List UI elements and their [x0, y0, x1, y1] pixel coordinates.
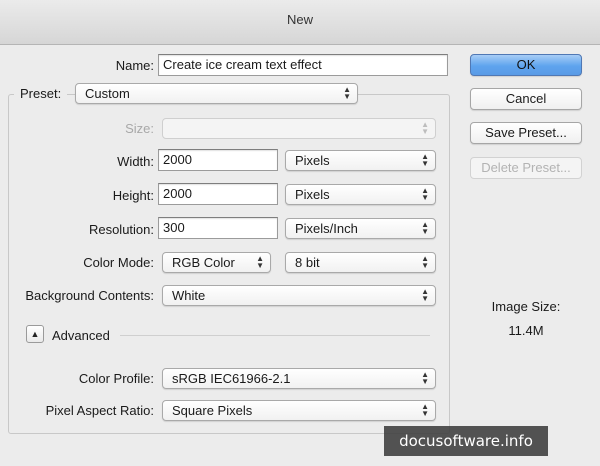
dialog-title: New	[0, 0, 600, 45]
pixel-aspect-ratio-select[interactable]: Square Pixels ▲ ▼	[162, 400, 436, 421]
advanced-separator	[120, 335, 430, 336]
height-unit-select[interactable]: Pixels ▲ ▼	[285, 184, 436, 205]
bit-depth-select[interactable]: 8 bit ▲ ▼	[285, 252, 436, 273]
size-label: Size:	[125, 121, 154, 136]
image-size-value: 11.4M	[508, 323, 544, 338]
resolution-label: Resolution:	[88, 222, 154, 237]
updown-arrows-icon: ▲ ▼	[343, 85, 351, 101]
triangle-up-icon: ▲	[30, 329, 40, 339]
updown-arrows-icon: ▲ ▼	[421, 186, 429, 202]
pixel-aspect-ratio-value: Square Pixels	[172, 403, 253, 418]
background-contents-value: White	[172, 288, 206, 303]
height-label: Height:	[112, 188, 154, 203]
cancel-button[interactable]: Cancel	[470, 88, 582, 110]
width-unit-select[interactable]: Pixels ▲ ▼	[285, 150, 436, 171]
image-size-label: Image Size:	[491, 299, 561, 314]
watermark: docusoftware.info	[384, 426, 548, 456]
color-profile-label: Color Profile:	[78, 371, 154, 386]
updown-arrows-icon: ▲ ▼	[421, 402, 429, 418]
height-field[interactable]: 2000	[158, 183, 278, 205]
color-profile-value: sRGB IEC61966-2.1	[172, 371, 291, 386]
background-contents-select[interactable]: White ▲ ▼	[162, 285, 436, 306]
width-field[interactable]: 2000	[158, 149, 278, 171]
updown-arrows-icon: ▲ ▼	[421, 370, 429, 386]
color-mode-select[interactable]: RGB Color ▲ ▼	[162, 252, 271, 273]
advanced-disclosure-button[interactable]: ▲	[26, 325, 44, 343]
resolution-unit-value: Pixels/Inch	[295, 221, 358, 236]
color-profile-select[interactable]: sRGB IEC61966-2.1 ▲ ▼	[162, 368, 436, 389]
preset-value: Custom	[85, 86, 130, 101]
updown-arrows-icon: ▲ ▼	[256, 254, 264, 270]
bit-depth-value: 8 bit	[295, 255, 320, 270]
height-unit-value: Pixels	[295, 187, 330, 202]
resolution-field[interactable]: 300	[158, 217, 278, 239]
save-preset-button[interactable]: Save Preset...	[470, 122, 582, 144]
pixel-aspect-ratio-label: Pixel Aspect Ratio:	[45, 403, 154, 418]
updown-arrows-icon: ▲ ▼	[421, 220, 429, 236]
updown-arrows-icon: ▲ ▼	[421, 152, 429, 168]
updown-arrows-icon: ▲ ▼	[421, 287, 429, 303]
background-contents-label: Background Contents:	[25, 288, 154, 303]
width-unit-value: Pixels	[295, 153, 330, 168]
width-label: Width:	[117, 154, 154, 169]
resolution-unit-select[interactable]: Pixels/Inch ▲ ▼	[285, 218, 436, 239]
advanced-label: Advanced	[52, 328, 110, 343]
updown-arrows-icon: ▲ ▼	[421, 120, 429, 136]
preset-select[interactable]: Custom ▲ ▼	[75, 83, 358, 104]
color-mode-label: Color Mode:	[83, 255, 154, 270]
updown-arrows-icon: ▲ ▼	[421, 254, 429, 270]
delete-preset-button[interactable]: Delete Preset...	[470, 157, 582, 179]
preset-label: Preset:	[14, 86, 68, 101]
ok-button[interactable]: OK	[470, 54, 582, 76]
name-field[interactable]: Create ice cream text effect	[158, 54, 448, 76]
name-label: Name:	[115, 58, 154, 73]
new-document-dialog: New Name: Create ice cream text effect P…	[0, 0, 600, 466]
color-mode-value: RGB Color	[172, 255, 235, 270]
size-select[interactable]: ▲ ▼	[162, 118, 436, 139]
